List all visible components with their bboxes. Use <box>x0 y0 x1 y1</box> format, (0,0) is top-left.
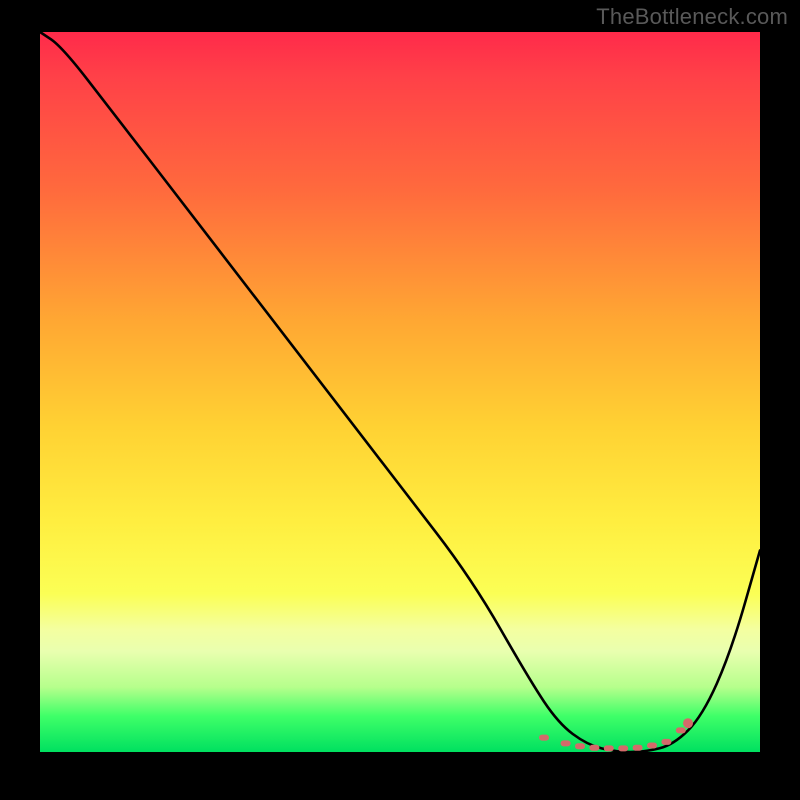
bottleneck-curve <box>40 32 760 752</box>
marker-dot <box>683 718 693 728</box>
marker-dash <box>661 739 671 745</box>
marker-dash <box>647 743 657 749</box>
marker-dash <box>539 735 549 741</box>
curve-layer <box>40 32 760 752</box>
marker-dash <box>604 745 614 751</box>
marker-dash <box>633 745 643 751</box>
plot-area <box>40 32 760 752</box>
chart-container: TheBottleneck.com <box>0 0 800 800</box>
marker-dash <box>676 727 686 733</box>
marker-dash <box>561 740 571 746</box>
marker-dash <box>618 745 628 751</box>
marker-dash <box>589 745 599 751</box>
watermark-text: TheBottleneck.com <box>596 4 788 30</box>
marker-dash <box>575 743 585 749</box>
